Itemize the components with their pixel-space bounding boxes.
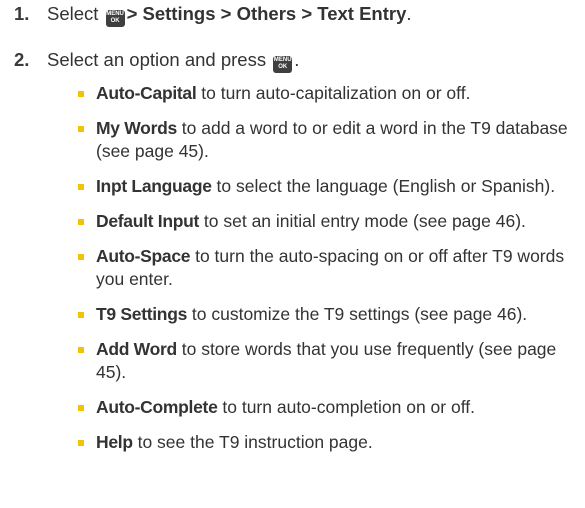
option-desc: to customize the T9 settings (see page 4… <box>187 304 528 324</box>
step-1: 1. Select MENU OK > Settings > Others > … <box>0 2 585 27</box>
option-desc: to select the language (English or Spani… <box>211 176 556 196</box>
menu-ok-key-icon: MENU OK <box>273 56 293 73</box>
list-item: Inpt Language to select the language (En… <box>78 175 583 198</box>
key-label-bottom: OK <box>110 18 120 24</box>
list-item: Help to see the T9 instruction page. <box>78 431 583 454</box>
bullet-square-icon <box>78 440 84 446</box>
menu-path: > Settings > Others > Text Entry <box>126 3 407 24</box>
step-number: 2. <box>14 49 30 70</box>
step-prefix: Select <box>47 3 99 24</box>
bullet-square-icon <box>78 184 84 190</box>
list-item: Auto-Capital to turn auto-capitalization… <box>78 82 583 105</box>
option-list: Auto-Capital to turn auto-capitalization… <box>78 82 583 466</box>
bullet-square-icon <box>78 347 84 353</box>
list-item: My Words to add a word to or edit a word… <box>78 117 583 163</box>
option-desc: to see the T9 instruction page. <box>132 432 373 452</box>
option-term: Default Input <box>96 211 200 231</box>
option-term: Inpt Language <box>96 176 212 196</box>
option-term: My Words <box>96 118 177 138</box>
step-text: Select an option and press MENU OK . <box>47 48 299 73</box>
step-instruction: Select an option and press <box>47 49 267 70</box>
option-desc: to set an initial entry mode (see page 4… <box>199 211 526 231</box>
option-term: T9 Settings <box>96 304 188 324</box>
menu-ok-key-icon: MENU OK <box>105 10 125 27</box>
step-suffix: . <box>294 49 300 70</box>
bullet-square-icon <box>78 219 84 225</box>
option-term: Auto-Complete <box>96 397 218 417</box>
bullet-square-icon <box>78 126 84 132</box>
key-label-top: MENU <box>273 57 292 63</box>
step-text: Select MENU OK > Settings > Others > Tex… <box>47 2 412 27</box>
option-term: Add Word <box>96 339 177 359</box>
option-term: Help <box>96 432 133 452</box>
bullet-square-icon <box>78 91 84 97</box>
list-item: Auto-Space to turn the auto-spacing on o… <box>78 245 583 291</box>
bullet-square-icon <box>78 254 84 260</box>
bullet-square-icon <box>78 405 84 411</box>
option-desc: to turn auto-completion on or off. <box>217 397 475 417</box>
key-label-bottom: OK <box>278 64 288 70</box>
manual-page: 1. Select MENU OK > Settings > Others > … <box>0 0 585 508</box>
bullet-square-icon <box>78 312 84 318</box>
list-item: Add Word to store words that you use fre… <box>78 338 583 384</box>
step-suffix: . <box>406 3 412 24</box>
step-number: 1. <box>14 3 30 24</box>
option-desc: to turn auto-capitalization on or off. <box>196 83 471 103</box>
key-label-top: MENU <box>106 11 124 17</box>
option-term: Auto-Capital <box>96 83 197 103</box>
list-item: T9 Settings to customize the T9 settings… <box>78 303 583 326</box>
list-item: Auto-Complete to turn auto-completion on… <box>78 396 583 419</box>
list-item: Default Input to set an initial entry mo… <box>78 210 583 233</box>
option-term: Auto-Space <box>96 246 191 266</box>
step-2: 2. Select an option and press MENU OK . <box>0 48 585 73</box>
